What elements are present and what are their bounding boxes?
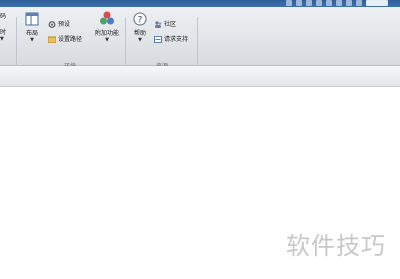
request-support-label: 请求支持 [164,36,189,43]
quick-access-icon[interactable] [326,0,332,6]
layout-label: 布局 [25,30,38,37]
gear-icon [48,21,56,28]
preferences-button[interactable]: 预设 [48,19,70,28]
group-divider [197,17,198,71]
set-path-button[interactable]: 设置路径 [48,34,82,43]
support-icon [154,36,162,43]
quick-access-icon[interactable] [306,0,312,6]
community-icon [155,21,162,28]
chevron-down-icon: ▼ [138,37,142,43]
help-button[interactable]: ? 帮助 ▼ [130,12,150,43]
title-bar [0,0,400,7]
help-icon: ? [133,12,147,26]
chevron-down-icon: ▼ [30,37,34,43]
chevron-down-icon: ▼ [105,37,109,43]
quick-access-icon[interactable] [356,0,362,6]
partial-label-top: 码 [0,13,7,20]
partial-label-mid: 时 [0,29,7,36]
quick-access-icon[interactable] [316,0,322,6]
quick-access-icon[interactable] [296,0,302,6]
quick-access-icon[interactable] [286,0,292,6]
group-divider [16,17,17,71]
quick-access-icon[interactable] [336,0,342,6]
preferences-label: 预设 [58,21,71,28]
help-label: 帮助 [133,30,146,37]
ribbon-toolbar: 码 时 ▼ 布局 ▼ 预设 设置路径 附加功能 ▼ ? 帮助 ▼ 社区 请求支持 [0,7,400,71]
chevron-down-icon: ▼ [0,36,4,42]
search-box[interactable] [366,0,388,6]
set-path-label: 设置路径 [58,36,83,43]
addons-label: 附加功能 [94,30,119,37]
addons-icon [100,11,114,25]
community-label: 社区 [164,21,177,28]
partial-item-top[interactable]: 码 [0,11,6,20]
group-divider [125,17,126,71]
partial-item-mid[interactable]: 时 ▼ [0,27,6,42]
addons-button[interactable]: 附加功能 ▼ [92,11,122,43]
community-button[interactable]: 社区 [154,19,176,28]
watermark-text: 软件技巧 [286,232,386,260]
layout-icon [25,12,39,26]
address-bar [0,66,400,87]
layout-button[interactable]: 布局 ▼ [21,12,43,43]
folder-icon [48,36,56,43]
request-support-button[interactable]: 请求支持 [154,34,188,43]
svg-text:?: ? [138,16,143,26]
quick-access-icon[interactable] [346,0,352,6]
